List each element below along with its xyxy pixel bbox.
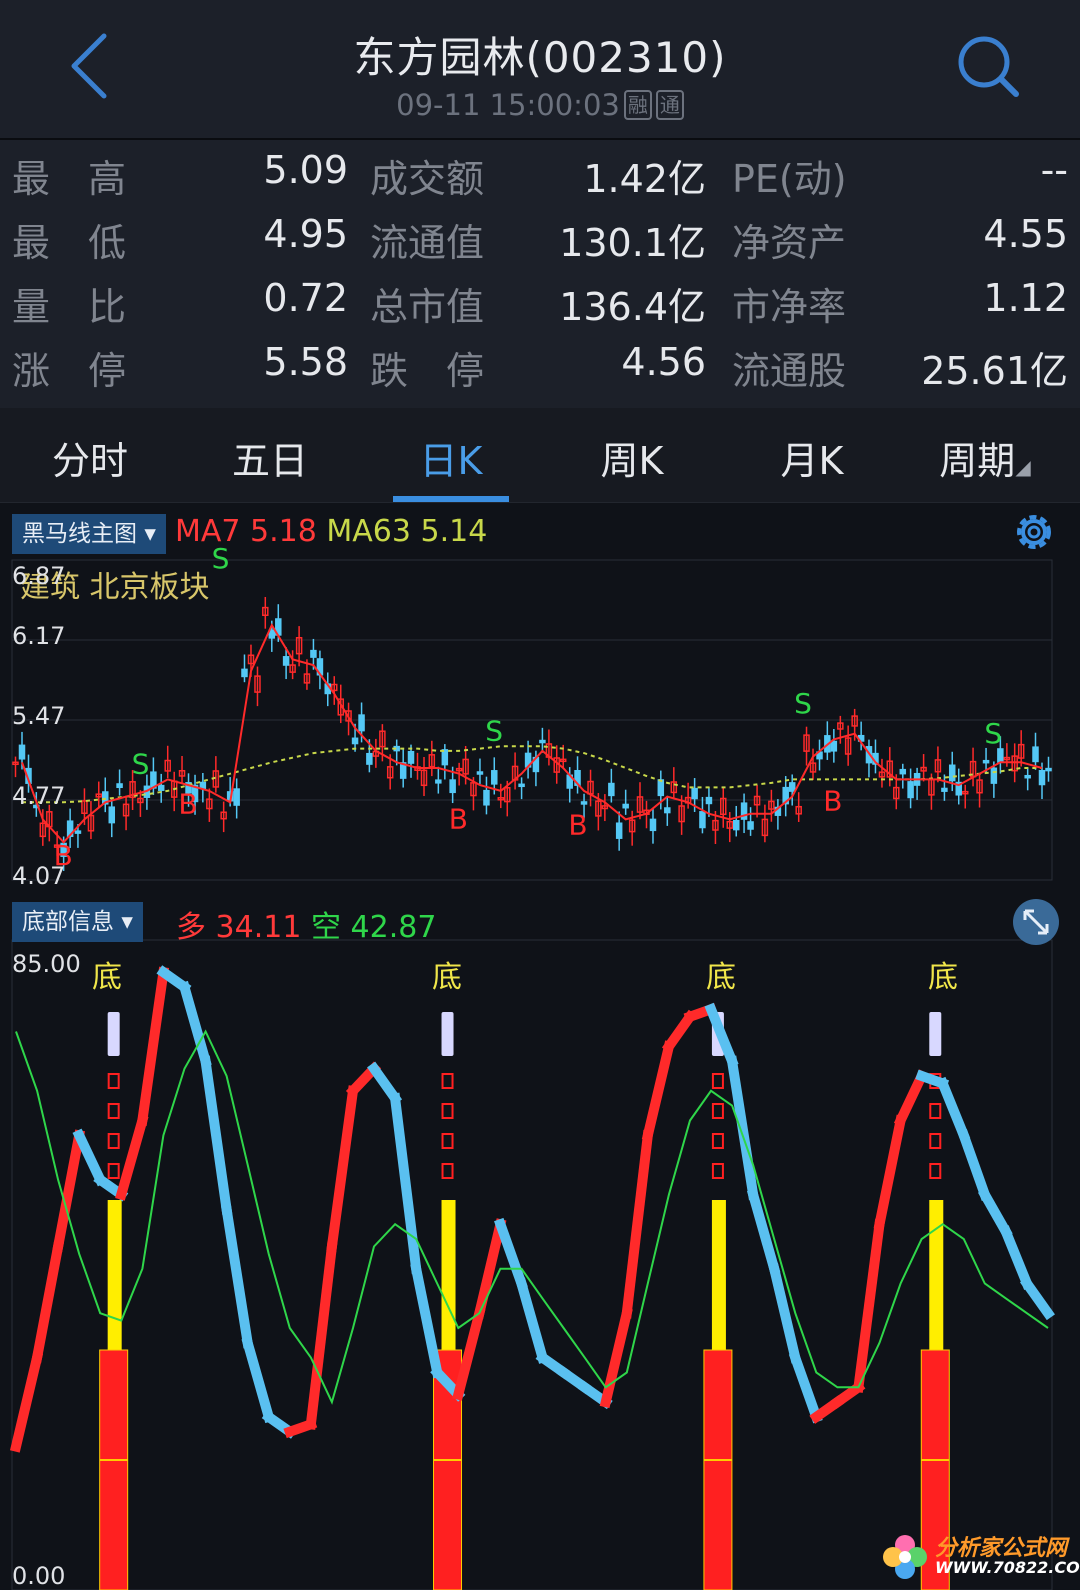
- stat-value: 5.58: [263, 340, 348, 384]
- stat-value: 0.72: [263, 276, 348, 320]
- search-icon[interactable]: [956, 34, 1022, 100]
- tab-intraday[interactable]: 分时: [10, 430, 170, 485]
- stat-value: 136.4亿: [559, 285, 706, 329]
- stats-row: 涨 停 5.58 跌 停 4.56 流通股 25.61亿: [0, 332, 1080, 396]
- stock-title: 东方园林(002310): [353, 33, 727, 82]
- stats-row: 最 高 5.09 成交额 1.42亿 PE(动) --: [0, 140, 1080, 204]
- quote-timestamp: 09-11 15:00:03 融通: [0, 88, 1080, 122]
- main-indicator-label: 黑马线主图: [22, 521, 137, 547]
- timestamp-text: 09-11 15:00:03: [396, 88, 620, 122]
- tab-period-label: 周期: [939, 439, 1016, 483]
- ma63-value: 5.14: [420, 514, 488, 549]
- stat-label: 总市值: [370, 285, 485, 329]
- stat-label: 成交额: [370, 157, 485, 201]
- duo-kong-legend: 多 34.11 空 42.87: [176, 902, 436, 946]
- y-tick-label: 4.07: [12, 862, 66, 890]
- dropdown-arrow-icon: ▾: [144, 521, 156, 547]
- stat-value: 25.61亿: [921, 349, 1068, 393]
- stats-row: 最 低 4.95 流通值 130.1亿 净资产 4.55: [0, 204, 1080, 268]
- site-watermark: 分析家公式网 WWW.70822.COM: [880, 1528, 1080, 1586]
- margin-badge: 融: [623, 90, 652, 120]
- period-tabs: 分时 五日 日K 周K 月K 周期◢: [0, 408, 1080, 504]
- stat-label: PE(动): [732, 157, 847, 201]
- y-tick-label: 4.77: [12, 782, 66, 810]
- main-indicator-selector[interactable]: 黑马线主图 ▾: [12, 514, 166, 554]
- tab-five-day[interactable]: 五日: [190, 430, 350, 485]
- kong-label: 空: [310, 910, 341, 945]
- ma7-value: 5.18: [250, 514, 317, 549]
- dropdown-arrow-icon: ▾: [121, 909, 133, 935]
- sub-indicator-label: 底部信息: [22, 909, 114, 935]
- dropdown-triangle-icon: ◢: [1015, 455, 1031, 479]
- active-tab-indicator: [393, 496, 509, 502]
- bottom-signal-label: 底: [432, 960, 462, 995]
- stat-label: 净资产: [732, 221, 847, 265]
- tab-monthly-k[interactable]: 月K: [732, 430, 892, 485]
- stat-label: 涨 停: [12, 349, 127, 393]
- ma63-label: MA63: [326, 514, 411, 549]
- duo-label: 多: [176, 910, 206, 945]
- gear-icon[interactable]: [1010, 508, 1058, 556]
- stat-value: 4.95: [263, 212, 348, 256]
- stats-row: 量 比 0.72 总市值 136.4亿 市净率 1.12: [0, 268, 1080, 332]
- kong-value: 42.87: [350, 910, 437, 945]
- stat-label: 流通值: [370, 221, 485, 265]
- duo-value: 34.11: [215, 910, 302, 945]
- stat-value: 130.1亿: [559, 221, 706, 265]
- quote-stats-panel: 最 高 5.09 成交额 1.42亿 PE(动) -- 最 低 4.95 流通值…: [0, 140, 1080, 408]
- stat-value: 4.55: [983, 212, 1068, 256]
- watermark-url: WWW.70822.COM: [935, 1558, 1080, 1577]
- sub-y-bottom: 0.00: [12, 1562, 66, 1590]
- ma7-label: MA7: [175, 514, 241, 549]
- flower-logo-icon: [883, 1535, 927, 1579]
- ma-legend: MA7 5.18 MA63 5.14: [175, 514, 487, 549]
- stat-label: 最 低: [12, 221, 127, 265]
- stat-label: 量 比: [12, 285, 127, 329]
- y-tick-label: 5.47: [12, 702, 66, 730]
- stat-value: 5.09: [263, 148, 348, 192]
- sub-indicator-selector[interactable]: 底部信息 ▾: [12, 902, 143, 942]
- stat-value: 4.56: [621, 340, 706, 384]
- connect-badge: 通: [655, 90, 684, 120]
- stat-value: 1.42亿: [583, 157, 706, 201]
- stat-label: 最 高: [12, 157, 127, 201]
- stat-label: 流通股: [732, 349, 847, 393]
- y-tick-label: 6.17: [12, 622, 66, 650]
- stat-label: 跌 停: [370, 349, 485, 393]
- sub-y-top: 85.00: [12, 950, 81, 978]
- bottom-signal-label: 底: [706, 960, 736, 995]
- stat-label: 市净率: [732, 285, 847, 329]
- expand-icon[interactable]: [1012, 898, 1060, 946]
- bottom-signal-label: 底: [92, 960, 122, 995]
- chart-area: [0, 503, 1080, 1590]
- y-tick-label: 6.87: [12, 562, 66, 590]
- tab-weekly-k[interactable]: 周K: [552, 430, 712, 485]
- stat-value: --: [1040, 148, 1068, 192]
- stat-value: 1.12: [983, 276, 1068, 320]
- bottom-signal-label: 底: [928, 960, 958, 995]
- tab-period[interactable]: 周期◢: [905, 430, 1065, 485]
- tab-daily-k[interactable]: 日K: [371, 430, 531, 485]
- top-bar: 东方园林(002310) 09-11 15:00:03 融通: [0, 0, 1080, 140]
